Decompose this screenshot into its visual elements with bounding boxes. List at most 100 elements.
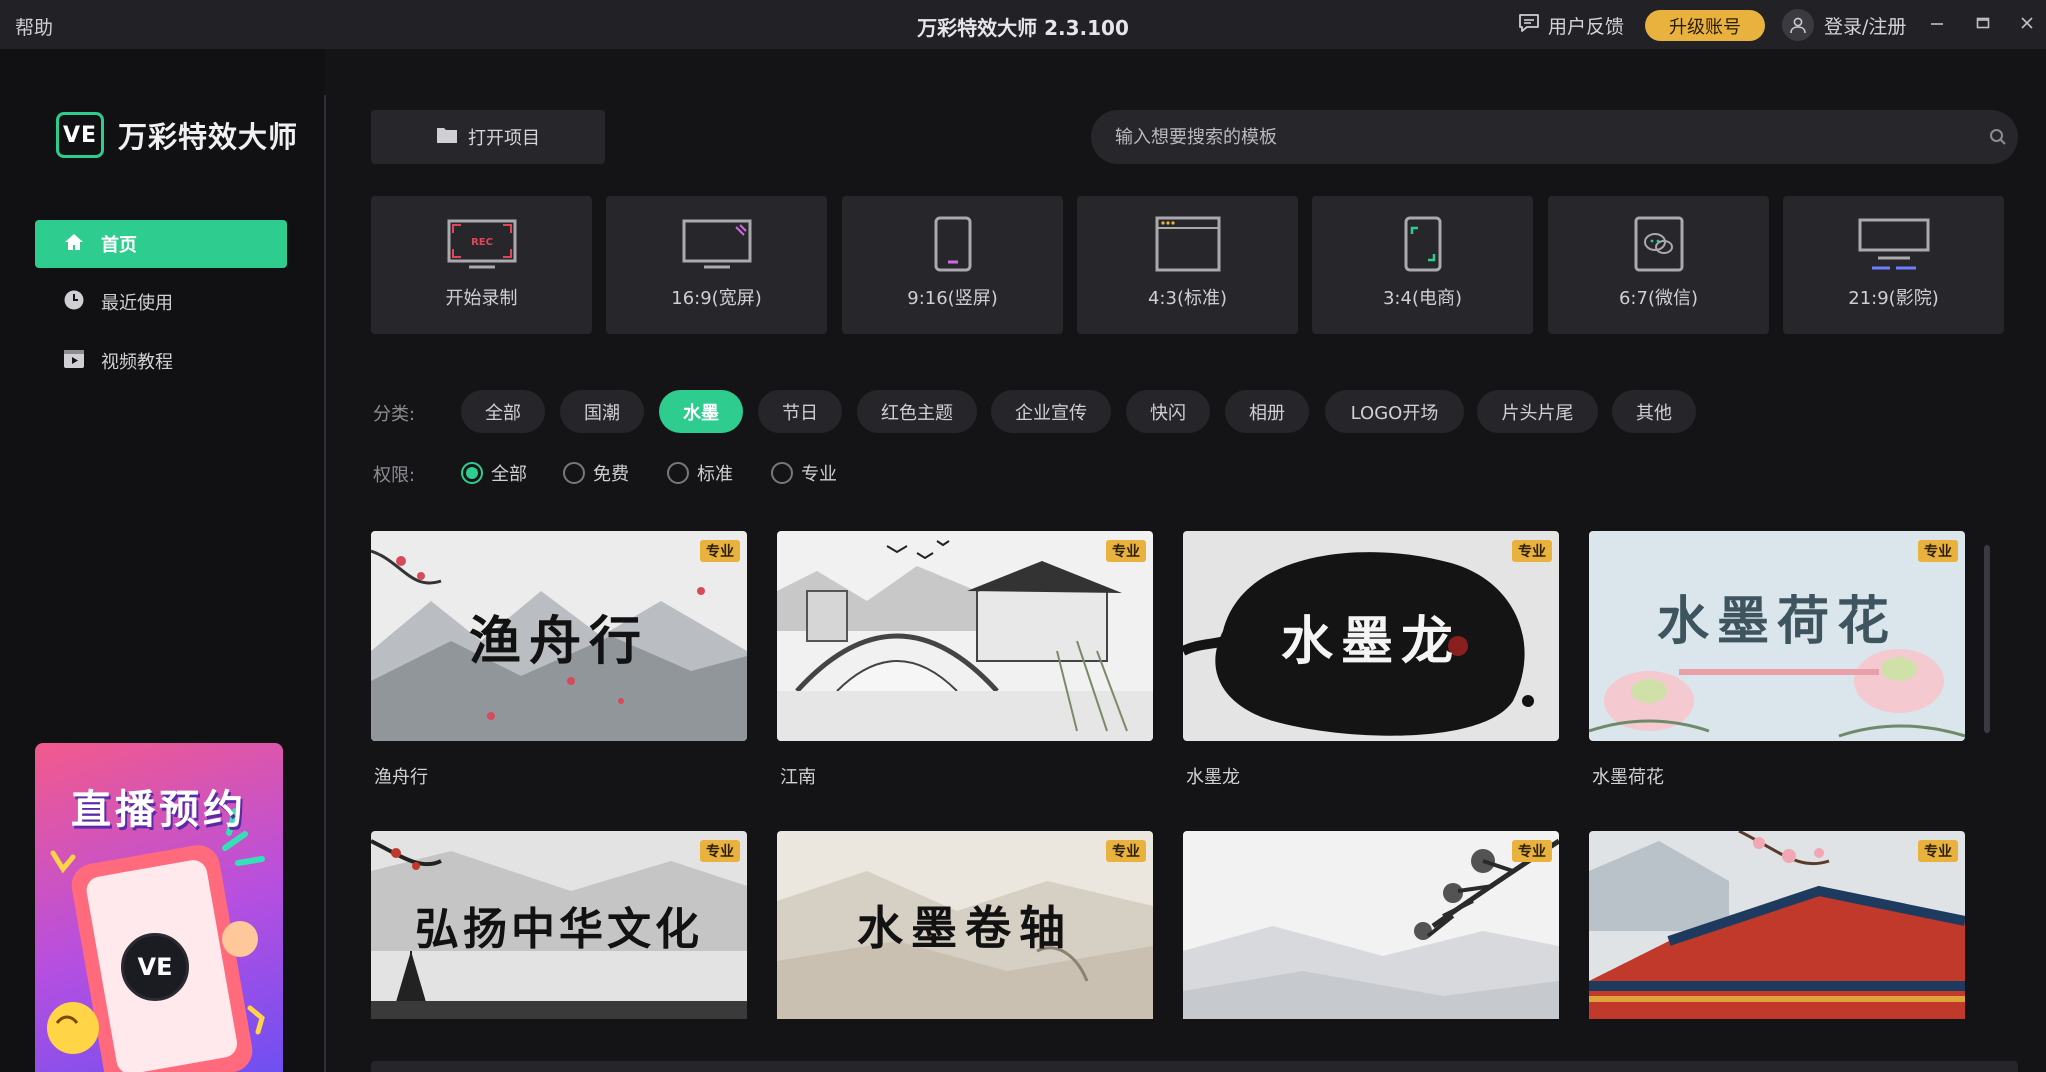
category-chip-flash[interactable]: 快闪 [1126,390,1210,433]
video-tutorial-icon [63,348,85,375]
folder-icon [436,126,458,149]
minimize-icon[interactable] [1922,9,1952,37]
permission-radio-pro[interactable]: 专业 [771,461,837,485]
format-label: 9:16(竖屏) [907,288,998,309]
upgrade-account-button[interactable]: 升级账号 [1645,10,1765,41]
feedback-button[interactable]: 用户反馈 [1518,11,1624,39]
format-tile-6-7[interactable]: 6:7(微信) [1548,196,1769,334]
category-chip-corporate[interactable]: 企业宣传 [991,390,1111,433]
pro-badge: 专业 [1512,840,1552,862]
widescreen-icon [606,214,827,274]
format-label: 开始录制 [445,288,518,309]
template-thumbnail: 水墨荷花 专业 [1589,531,1965,741]
template-card[interactable]: 水墨龙 专业 水墨龙 [1183,531,1559,789]
category-chip-red-theme[interactable]: 红色主题 [857,390,977,433]
template-card[interactable]: 弘扬中华文化 专业 [371,831,747,1019]
radio-label: 标准 [697,464,733,485]
category-chip-other[interactable]: 其他 [1612,390,1696,433]
login-label: 登录/注册 [1824,15,1907,38]
sidebar-item-home[interactable]: 首页 [35,220,287,268]
category-chip-all[interactable]: 全部 [461,390,545,433]
template-card[interactable]: 专业 [1589,831,1965,1019]
permission-radio-free[interactable]: 免费 [563,461,629,485]
app-logo: VE 万彩特效大师 [56,112,298,158]
logo-text: 万彩特效大师 [118,120,299,154]
format-tile-21-9[interactable]: 21:9(影院) [1783,196,2004,334]
pro-badge: 专业 [700,540,740,562]
radio-label: 全部 [491,464,527,485]
template-card[interactable]: 渔舟行 专业 渔舟行 [371,531,747,789]
wechat-icon [1548,214,1769,274]
maximize-icon[interactable] [1968,9,1998,37]
template-thumbnail: 专业 [1183,831,1559,1019]
cinema-icon [1783,214,2004,274]
template-art-text [1183,831,1559,1019]
format-label: 21:9(影院) [1848,288,1939,309]
pro-badge: 专业 [700,840,740,862]
search-input[interactable] [1091,110,1978,164]
radio-label: 专业 [801,464,837,485]
template-card[interactable]: 水墨荷花 专业 水墨荷花 [1589,531,1965,789]
record-icon: REC [371,214,592,274]
clock-icon [63,289,85,316]
template-thumbnail: 弘扬中华文化 专业 [371,831,747,1019]
login-register-button[interactable]: 登录/注册 [1782,9,1906,41]
sidebar-item-label: 视频教程 [101,352,173,373]
template-art-text [1589,831,1965,1019]
template-title: 水墨龙 [1186,767,1240,788]
radio-indicator [461,462,483,484]
format-tile-4-3[interactable]: 4:3(标准) [1077,196,1298,334]
portrait-icon [842,214,1063,274]
template-list-scrollbar[interactable] [1984,545,1990,733]
template-art-text: 渔舟行 [468,610,649,672]
template-art-text: 水墨卷轴 [857,901,1073,955]
close-icon[interactable] [2012,9,2042,37]
category-chip-logo-opening[interactable]: LOGO开场 [1325,390,1464,433]
template-card[interactable]: 水墨卷轴 专业 [777,831,1153,1019]
search-icon[interactable] [1978,110,2018,164]
sidebar-item-video-tutorial[interactable]: 视频教程 [35,337,287,385]
category-chip-ink[interactable]: 水墨 [659,390,743,433]
feedback-icon [1518,13,1540,38]
sidebar-item-label: 最近使用 [101,293,173,314]
sidebar-item-label: 首页 [101,235,137,256]
pro-badge: 专业 [1918,540,1958,562]
category-chip-intro-outro[interactable]: 片头片尾 [1477,390,1598,433]
format-tile-record[interactable]: REC 开始录制 [371,196,592,334]
template-search-bar [1091,110,2018,164]
format-tile-9-16[interactable]: 9:16(竖屏) [842,196,1063,334]
promo-title: 直播预约 [71,787,247,833]
feedback-label: 用户反馈 [1548,15,1625,38]
live-booking-promo-banner[interactable]: 直播预约 VE [35,743,283,1072]
sidebar-item-recent[interactable]: 最近使用 [35,278,287,326]
template-thumbnail: 渔舟行 专业 [371,531,747,741]
format-label: 3:4(电商) [1382,288,1462,309]
pro-badge: 专业 [1106,540,1146,562]
help-menu[interactable]: 帮助 [15,13,53,40]
open-project-button[interactable]: 打开项目 [371,110,605,164]
template-art-text: 弘扬中华文化 [415,904,703,955]
bottom-panel-edge [371,1061,2018,1072]
promo-ve-logo-icon: VE [121,933,189,1001]
template-thumbnail: 专业 [777,531,1153,741]
radio-indicator [563,462,585,484]
category-chip-guochao[interactable]: 国潮 [560,390,644,433]
svg-text:REC: REC [471,237,493,248]
radio-indicator [667,462,689,484]
radio-label: 免费 [593,464,629,485]
permission-radio-standard[interactable]: 标准 [667,461,733,485]
template-card[interactable]: 专业 [1183,831,1559,1019]
category-chip-album[interactable]: 相册 [1225,390,1309,433]
template-card[interactable]: 专业 江南 [777,531,1153,789]
category-chip-festival[interactable]: 节日 [758,390,842,433]
category-label: 分类: [373,404,416,425]
permission-label: 权限: [373,465,416,486]
format-tile-3-4[interactable]: 3:4(电商) [1312,196,1533,334]
permission-radio-all[interactable]: 全部 [461,461,527,485]
format-tile-16-9[interactable]: 16:9(宽屏) [606,196,827,334]
format-label: 16:9(宽屏) [671,288,762,309]
home-icon [63,232,85,257]
template-title: 渔舟行 [374,767,428,788]
template-art-text: 水墨龙 [1280,610,1461,672]
template-title: 水墨荷花 [1592,767,1664,788]
